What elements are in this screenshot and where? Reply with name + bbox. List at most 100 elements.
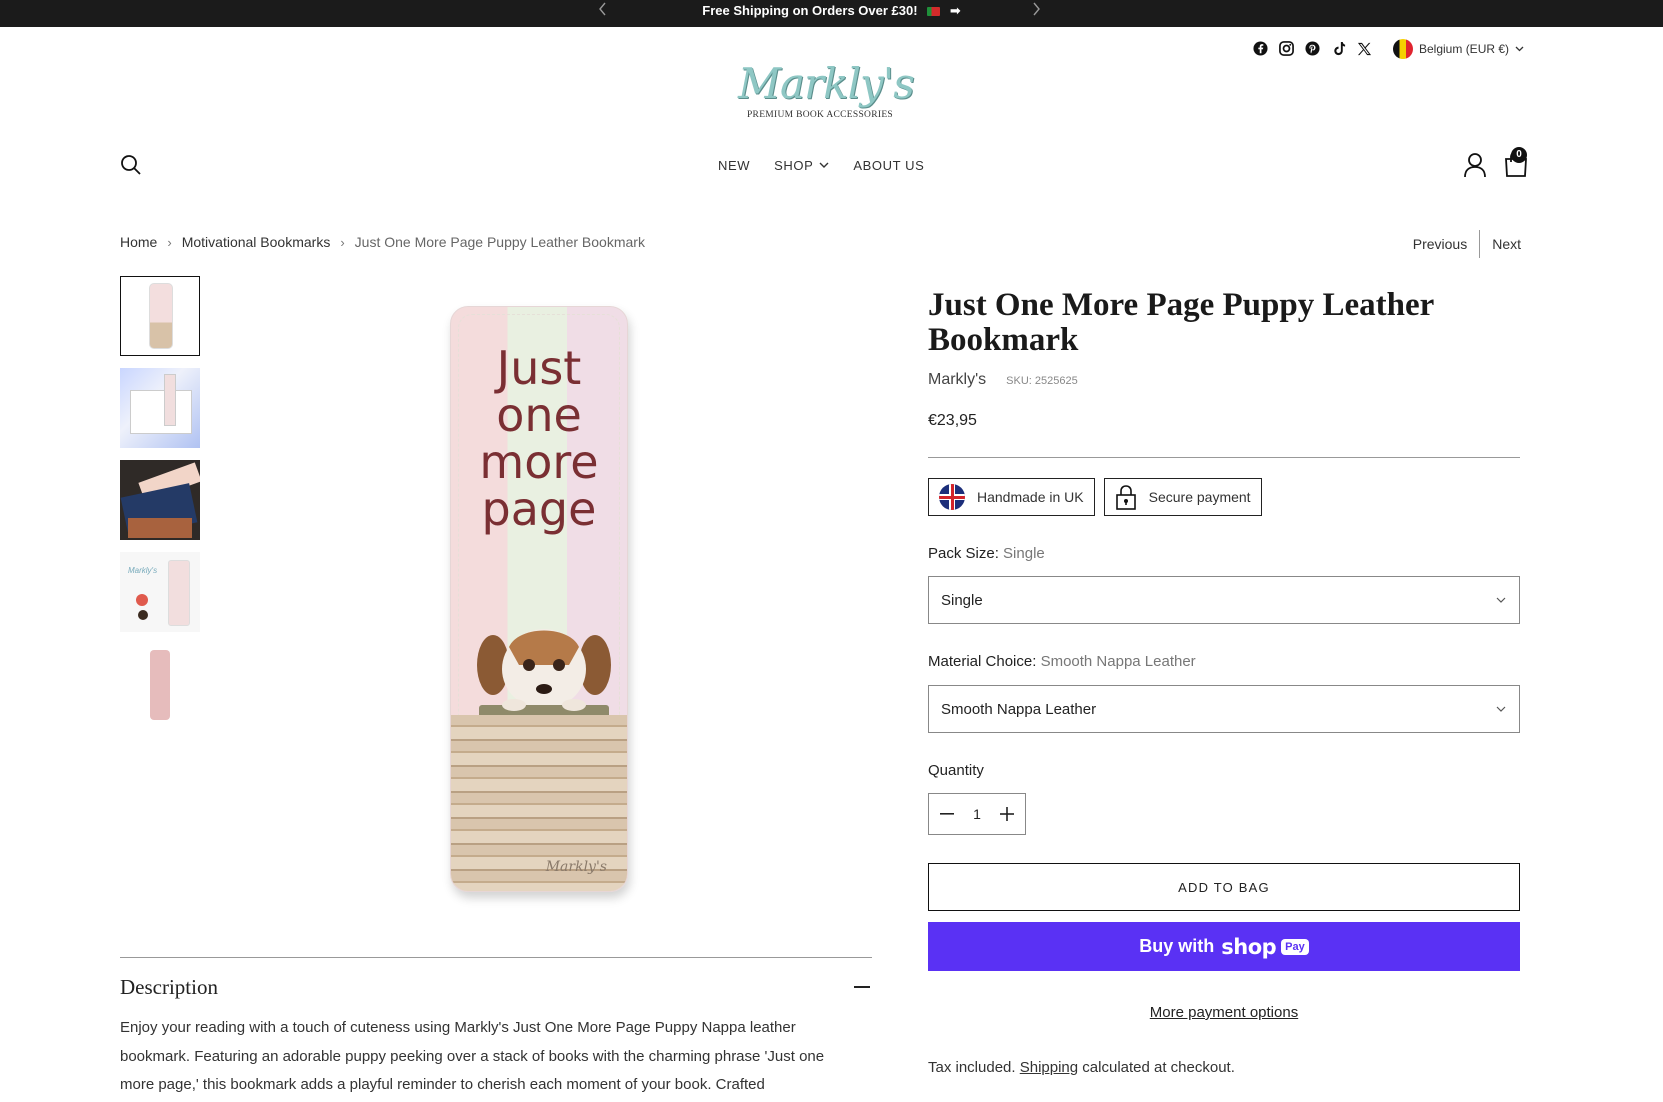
quantity-label: Quantity <box>928 762 984 779</box>
flag-icon <box>927 7 941 16</box>
product-main-image[interactable]: Just one more page Markly's <box>440 302 640 898</box>
thumbnail-bookmark-image <box>149 283 173 349</box>
social-links <box>1252 40 1373 57</box>
pack-size-label: Pack Size: Single <box>928 545 1045 562</box>
pack-size-select[interactable]: Single <box>928 576 1520 624</box>
minus-icon <box>854 986 870 988</box>
chevron-down-icon <box>1515 46 1524 52</box>
search-button[interactable] <box>120 154 142 176</box>
breadcrumb-home[interactable]: Home <box>120 234 157 250</box>
quantity-input[interactable]: 1 <box>967 806 987 822</box>
shipping-policy-link[interactable]: Shipping <box>1020 1059 1078 1076</box>
chevron-right-icon <box>1033 2 1040 16</box>
gallery-thumbnail[interactable] <box>120 644 200 724</box>
chevron-down-icon <box>1495 594 1507 606</box>
belgium-flag-icon <box>1393 39 1413 59</box>
tax-note: Tax included. Shipping calculated at che… <box>928 1059 1235 1076</box>
pinterest-icon[interactable] <box>1304 40 1321 57</box>
main-navigation: NEW SHOP ABOUT US <box>718 155 924 175</box>
price-divider <box>928 457 1520 458</box>
increase-quantity-button[interactable] <box>997 804 1017 824</box>
more-payment-options-link[interactable]: More payment options <box>928 1004 1520 1021</box>
chevron-down-icon <box>1495 703 1507 715</box>
pointing-hand-icon: ➡ <box>949 3 961 18</box>
nav-item-shop[interactable]: SHOP <box>774 155 829 175</box>
nav-item-about-us[interactable]: ABOUT US <box>853 155 924 175</box>
user-icon <box>1464 153 1486 178</box>
logo-tagline: PREMIUM BOOK ACCESSORIES <box>746 110 894 120</box>
secure-payment-badge: Secure payment <box>1103 478 1262 516</box>
tiktok-icon[interactable] <box>1330 40 1347 57</box>
gallery-thumbnails: Markly's <box>120 276 200 736</box>
announcement-bar: Free Shipping on Orders Over £30! ➡ <box>0 0 1663 27</box>
breadcrumb-collection[interactable]: Motivational Bookmarks <box>182 234 331 250</box>
pack-size-selected-value: Single <box>941 591 983 609</box>
chevron-right-icon: › <box>340 234 345 250</box>
uk-flag-icon <box>939 484 965 510</box>
thumbnail-swatch-image <box>138 610 148 620</box>
announcement-message[interactable]: Free Shipping on Orders Over £30! ➡ <box>0 0 1663 27</box>
chevron-down-icon <box>819 162 829 168</box>
previous-product-link[interactable]: Previous <box>1401 230 1479 258</box>
material-label-text: Material Choice: <box>928 653 1037 670</box>
nav-item-new[interactable]: NEW <box>718 155 750 175</box>
thumbnail-book-image <box>128 518 192 538</box>
product-title: Just One More Page Puppy Leather Bookmar… <box>928 287 1434 358</box>
search-icon <box>121 155 141 175</box>
description-divider <box>120 957 872 958</box>
thumbnail-bookmark-image <box>164 374 176 426</box>
shop-wordmark: shop <box>1221 934 1277 959</box>
material-current-value: Smooth Nappa Leather <box>1040 653 1196 670</box>
handmade-badge: Handmade in UK <box>928 478 1095 516</box>
bookmark-quote-line: more <box>479 435 599 489</box>
bookmark-image: Just one more page Markly's <box>450 306 628 892</box>
nav-item-label: NEW <box>718 157 751 173</box>
pack-size-current-value: Single <box>1003 545 1045 562</box>
thumbnail-bookmark-back-image <box>150 650 170 720</box>
buy-with-shop-pay-button[interactable]: Buy with shop Pay <box>928 922 1520 971</box>
thumbnail-logo-image: Markly's <box>128 566 158 575</box>
buy-with-label: Buy with <box>1139 936 1215 956</box>
tax-suffix: calculated at checkout. <box>1082 1059 1235 1076</box>
breadcrumb-current: Just One More Page Puppy Leather Bookmar… <box>354 234 645 250</box>
bookmark-signature: Markly's <box>545 859 607 875</box>
vendor-line: Markly's SKU: 2525625 <box>928 371 1078 389</box>
announcement-text: Free Shipping on Orders Over £30! <box>702 3 918 18</box>
add-to-bag-button[interactable]: ADD TO BAG <box>928 863 1520 911</box>
breadcrumb: Home › Motivational Bookmarks › Just One… <box>120 234 645 250</box>
decrease-quantity-button[interactable] <box>937 804 957 824</box>
product-price: €23,95 <box>928 412 977 429</box>
announcement-next-button[interactable] <box>1026 2 1046 22</box>
material-select[interactable]: Smooth Nappa Leather <box>928 685 1520 733</box>
account-button[interactable] <box>1463 152 1487 178</box>
gallery-thumbnail[interactable] <box>120 276 200 356</box>
gallery-thumbnail[interactable]: Markly's <box>120 552 200 632</box>
thumbnail-bookmark-image <box>168 560 190 626</box>
description-heading: Description <box>120 974 218 999</box>
description-toggle[interactable]: Description <box>120 972 872 1002</box>
pay-badge: Pay <box>1281 938 1309 955</box>
product-pager: Previous Next <box>1401 230 1521 258</box>
bookmark-quote-line: one <box>496 388 582 442</box>
logo-wordmark: Markly's <box>738 59 915 108</box>
nav-item-label: ABOUT US <box>853 157 925 173</box>
badge-label: Handmade in UK <box>977 489 1084 505</box>
cart-count-badge: 0 <box>1511 147 1527 163</box>
tax-prefix: Tax included. <box>928 1059 1016 1076</box>
bookmark-quote-line: Just <box>496 341 582 395</box>
badge-label: Secure payment <box>1148 489 1251 505</box>
product-vendor[interactable]: Markly's <box>928 371 986 389</box>
gallery-thumbnail[interactable] <box>120 368 200 448</box>
thumbnail-swatch-image <box>136 594 148 606</box>
pack-size-label-text: Pack Size: <box>928 545 999 562</box>
x-icon[interactable] <box>1356 40 1373 57</box>
country-selector[interactable]: Belgium (EUR €) <box>1393 39 1524 59</box>
gallery-thumbnail[interactable] <box>120 460 200 540</box>
bookmark-quote: Just one more page <box>451 345 627 533</box>
next-product-link[interactable]: Next <box>1480 230 1521 258</box>
quantity-stepper: 1 <box>928 793 1026 835</box>
instagram-icon[interactable] <box>1278 40 1295 57</box>
store-logo[interactable]: Markly's PREMIUM BOOK ACCESSORIES <box>738 59 915 128</box>
bookmark-quote-line: page <box>481 482 597 536</box>
facebook-icon[interactable] <box>1252 40 1269 57</box>
